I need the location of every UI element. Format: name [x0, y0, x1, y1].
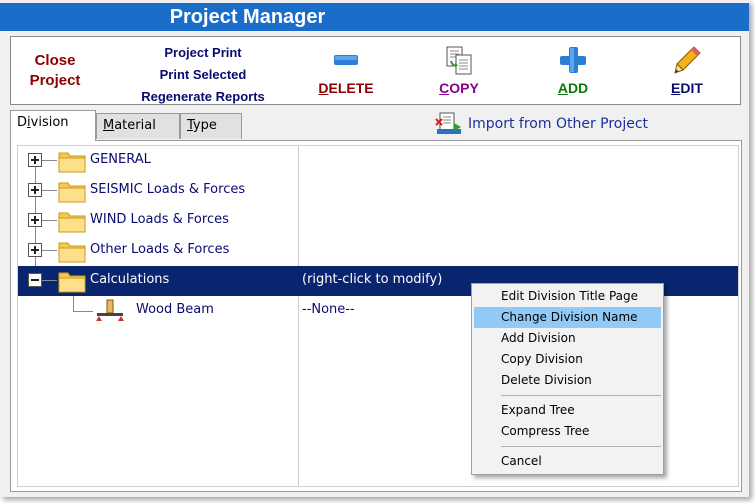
- menu-separator: [501, 446, 661, 447]
- expand-toggle[interactable]: [28, 243, 42, 257]
- copy-button[interactable]: COPY: [424, 43, 494, 99]
- import-icon: [435, 112, 461, 134]
- tree-row-other-loads[interactable]: Other Loads & Forces: [18, 236, 738, 266]
- add-button[interactable]: ADD: [538, 43, 608, 99]
- beam-icon: [96, 299, 124, 321]
- import-from-other-project-button[interactable]: Import from Other Project: [434, 111, 694, 139]
- tree-row-label: Calculations: [90, 272, 170, 287]
- collapse-toggle[interactable]: [28, 273, 42, 287]
- tab-division[interactable]: Division: [10, 110, 96, 141]
- project-print-link[interactable]: Project Print: [129, 42, 277, 64]
- delete-button[interactable]: DELETE: [311, 43, 381, 99]
- folder-icon: [58, 182, 86, 203]
- tree-row-note: --None--: [302, 302, 355, 317]
- menu-item-compress-tree[interactable]: Compress Tree: [474, 421, 661, 442]
- tree-line: [73, 296, 74, 311]
- menu-separator: [501, 395, 661, 396]
- menu-item-delete-division[interactable]: Delete Division: [474, 370, 661, 391]
- menu-item-add-division[interactable]: Add Division: [474, 328, 661, 349]
- delete-label: DELETE: [318, 80, 374, 96]
- tab-type[interactable]: Type: [180, 113, 242, 139]
- tree-row-wind[interactable]: WIND Loads & Forces: [18, 206, 738, 236]
- tree-row-label: GENERAL: [90, 152, 151, 167]
- context-menu: Edit Division Title Page Change Division…: [471, 283, 664, 475]
- minus-icon: [334, 55, 358, 65]
- menu-item-expand-tree[interactable]: Expand Tree: [474, 400, 661, 421]
- folder-icon: [58, 152, 86, 173]
- folder-icon: [58, 212, 86, 233]
- print-selected-link[interactable]: Print Selected: [129, 64, 277, 86]
- close-project-button[interactable]: Close Project: [25, 51, 85, 91]
- folder-icon: [58, 272, 86, 293]
- close-project-line-2: Project: [29, 72, 81, 89]
- add-label: ADD: [557, 80, 589, 96]
- copy-icon: [446, 46, 472, 75]
- plus-icon: [560, 47, 586, 73]
- edit-label: EDIT: [671, 80, 703, 96]
- tree-row-label: Wood Beam: [136, 302, 214, 317]
- tree-branch: [73, 311, 93, 312]
- tree-row-label: Other Loads & Forces: [90, 242, 230, 257]
- expand-toggle[interactable]: [28, 213, 42, 227]
- menu-item-change-division-name[interactable]: Change Division Name: [474, 307, 661, 328]
- tree-row-seismic[interactable]: SEISMIC Loads & Forces: [18, 176, 738, 206]
- edit-button[interactable]: EDIT: [652, 43, 722, 99]
- import-label: Import from Other Project: [468, 116, 649, 132]
- tree-row-label: SEISMIC Loads & Forces: [90, 182, 246, 197]
- copy-label: COPY: [439, 80, 479, 96]
- project-manager-window: Project Manager Close Project Project Pr…: [0, 0, 749, 497]
- folder-icon: [58, 242, 86, 263]
- print-links: Project Print Print Selected Regenerate …: [129, 42, 277, 108]
- window-title: Project Manager: [169, 6, 326, 28]
- close-project-line-1: Close: [34, 52, 76, 69]
- tab-material[interactable]: Material: [96, 113, 180, 139]
- menu-item-cancel[interactable]: Cancel: [474, 451, 661, 472]
- regenerate-reports-link[interactable]: Regenerate Reports: [129, 86, 277, 108]
- menu-item-copy-division[interactable]: Copy Division: [474, 349, 661, 370]
- expand-toggle[interactable]: [28, 153, 42, 167]
- pencil-icon: [674, 46, 701, 74]
- toolbar: Close Project Project Print Print Select…: [10, 36, 741, 105]
- title-bar: Project Manager: [0, 3, 749, 31]
- tree-row-general[interactable]: GENERAL: [18, 146, 738, 176]
- tree-row-label: WIND Loads & Forces: [90, 212, 229, 227]
- expand-toggle[interactable]: [28, 183, 42, 197]
- tab-strip: Division Material Type: [10, 110, 310, 141]
- tree-row-note: (right-click to modify): [302, 272, 443, 287]
- menu-item-edit-division-title-page[interactable]: Edit Division Title Page: [474, 286, 661, 307]
